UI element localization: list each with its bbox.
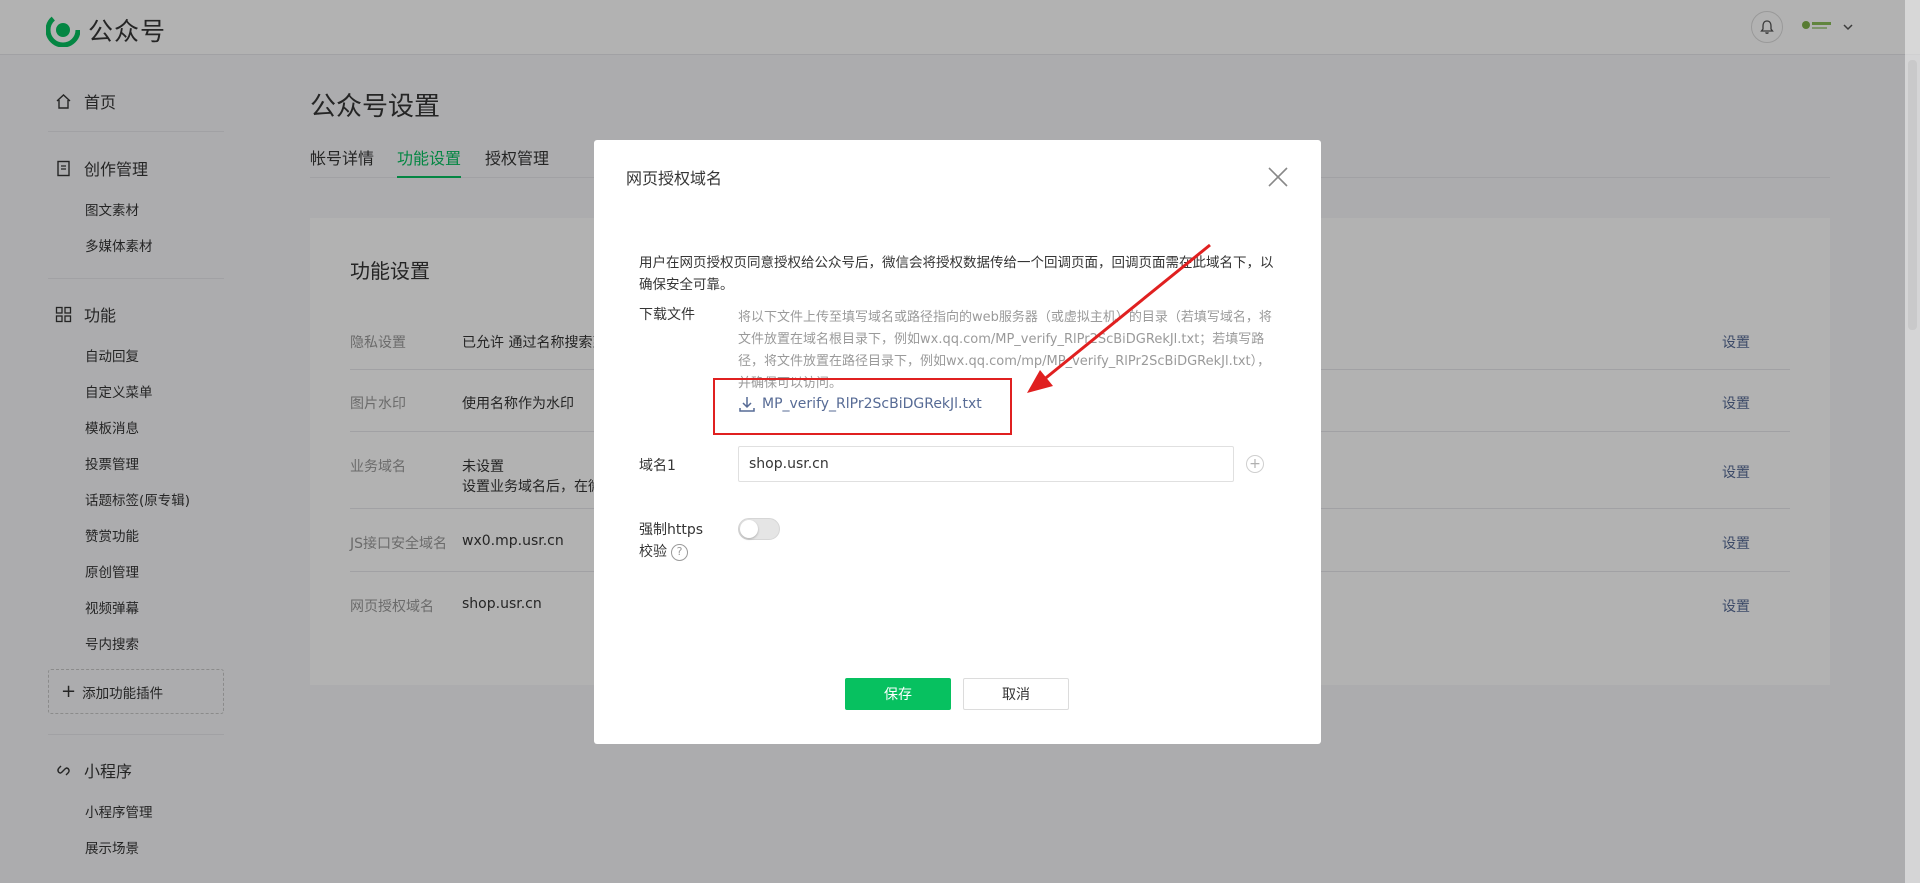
page-scrollbar[interactable] — [1905, 0, 1920, 883]
save-button[interactable]: 保存 — [845, 678, 951, 710]
plus-icon: + — [1249, 456, 1261, 472]
https-label-line1: 强制https — [639, 522, 704, 538]
dialog-description: 用户在网页授权页同意授权给公众号后，微信会将授权数据传给一个回调页面，回调页面需… — [639, 255, 1274, 293]
help-icon[interactable]: ? — [671, 543, 688, 561]
add-domain-button[interactable]: + — [1246, 455, 1264, 473]
close-icon[interactable] — [1266, 165, 1290, 189]
dialog-title: 网页授权域名 — [626, 169, 723, 188]
domain-label: 域名1 — [639, 458, 676, 474]
download-file-label: 下载文件 — [639, 307, 695, 323]
https-label: 强制https 校验? — [639, 519, 703, 563]
cancel-button[interactable]: 取消 — [963, 678, 1069, 710]
force-https-toggle[interactable] — [738, 518, 780, 540]
web-auth-domain-dialog: 网页授权域名 用户在网页授权页同意授权给公众号后，微信会将授权数据传给一个回调页… — [594, 140, 1321, 744]
toggle-knob — [740, 520, 758, 538]
https-label-line2-wrap: 校验? — [639, 541, 703, 563]
scrollbar-thumb[interactable] — [1908, 60, 1917, 330]
https-label-line2: 校验 — [639, 544, 667, 560]
domain-input[interactable] — [738, 446, 1234, 482]
annotation-highlight-box — [713, 378, 1012, 435]
